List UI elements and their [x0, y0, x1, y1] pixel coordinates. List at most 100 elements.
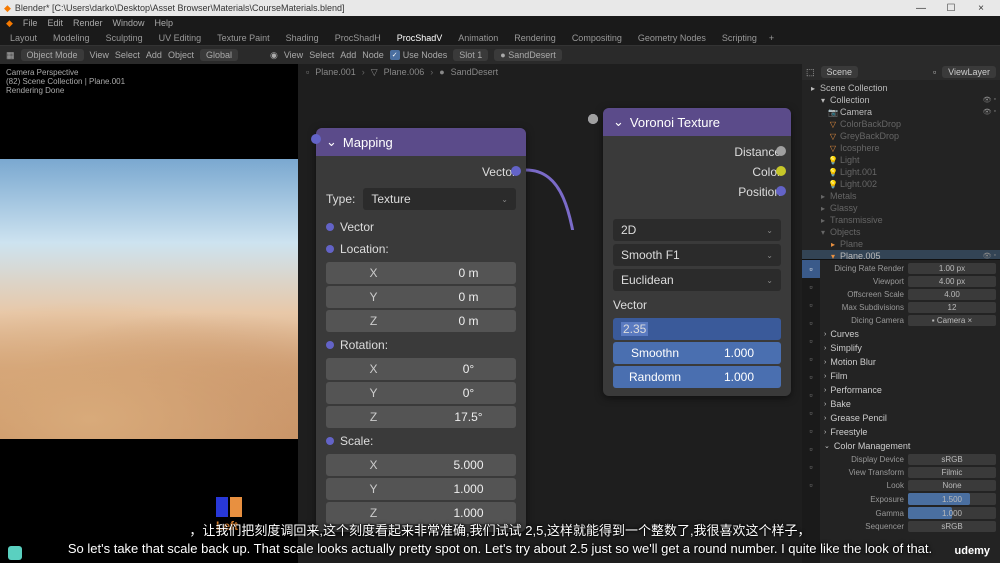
node-canvas[interactable]: ⌄ Mapping Vector Type: Texture⌄ [298, 80, 802, 563]
maximize-button[interactable]: ☐ [936, 1, 966, 15]
voronoi-metric-select[interactable]: Euclidean⌄ [613, 269, 781, 291]
outliner-row[interactable]: 💡Light.001 [802, 166, 1000, 178]
visibility-toggles[interactable]: 👁▫ [983, 252, 996, 260]
node-menu-add[interactable]: Add [340, 50, 356, 60]
color-mgmt-header[interactable]: ⌄Color Management [824, 439, 996, 453]
menu-file[interactable]: File [23, 18, 38, 28]
sequencer-select[interactable]: sRGB [908, 521, 996, 532]
outliner-row[interactable]: ▾Collection👁▫ [802, 94, 1000, 106]
props-tab-modifiers[interactable]: ▫ [802, 368, 820, 386]
outliner-row[interactable]: 💡Light [802, 154, 1000, 166]
breadcrumb-item-3[interactable]: SandDesert [451, 67, 499, 77]
prop-section-simplify[interactable]: ›Simplify [824, 341, 996, 355]
voronoi-randomness-field[interactable]: Randomn1.000 [613, 366, 781, 388]
props-tab-scene[interactable]: ▫ [802, 314, 820, 332]
dicing-rate-render-field[interactable]: 1.00 px [908, 263, 996, 274]
exposure-slider[interactable]: 1.500 [908, 493, 996, 505]
props-tab-render[interactable]: ▫ [802, 260, 820, 278]
prop-section-motion-blur[interactable]: ›Motion Blur [824, 355, 996, 369]
mapping-scl-x[interactable]: X5.000 [326, 454, 516, 476]
mapping-output-vector[interactable]: Vector [326, 162, 516, 182]
viewport-menu-view[interactable]: View [90, 50, 109, 60]
outliner-row[interactable]: ▽GreyBackDrop [802, 130, 1000, 142]
mapping-rot-x[interactable]: X0° [326, 358, 516, 380]
tab-procshadv[interactable]: ProcShadV [393, 33, 447, 43]
voronoi-output-position[interactable]: Position [613, 182, 781, 202]
prop-section-grease-pencil[interactable]: ›Grease Pencil [824, 411, 996, 425]
outliner-row[interactable]: 💡Light.002 [802, 178, 1000, 190]
node-menu-select[interactable]: Select [309, 50, 334, 60]
viewport-menu-object[interactable]: Object [168, 50, 194, 60]
mapping-loc-y[interactable]: Y0 m [326, 286, 516, 308]
tab-shading[interactable]: Shading [282, 33, 323, 43]
outliner-row[interactable]: ▸Transmissive [802, 214, 1000, 226]
slot-select[interactable]: Slot 1 [453, 49, 488, 61]
outliner-row[interactable]: ▸Plane [802, 238, 1000, 250]
outliner-row[interactable]: ▾Plane.005👁▫ [802, 250, 1000, 260]
mapping-type-select[interactable]: Texture⌄ [363, 188, 516, 210]
visibility-toggles[interactable]: 👁▫ [983, 96, 996, 104]
mapping-scl-y[interactable]: Y1.000 [326, 478, 516, 500]
outliner-row[interactable]: ▽ColorBackDrop [802, 118, 1000, 130]
node-menu-view[interactable]: View [284, 50, 303, 60]
material-select[interactable]: ● SandDesert [494, 49, 561, 61]
props-tab-material[interactable]: ▫ [802, 458, 820, 476]
mapping-loc-z[interactable]: Z0 m [326, 310, 516, 332]
breadcrumb-item-2[interactable]: Plane.006 [384, 67, 425, 77]
tab-modeling[interactable]: Modeling [49, 33, 94, 43]
scene-select[interactable]: Scene [821, 66, 859, 78]
outliner-row[interactable]: 📷Camera👁▫ [802, 106, 1000, 118]
menu-help[interactable]: Help [155, 18, 174, 28]
voronoi-output-distance[interactable]: Distance [613, 142, 781, 162]
breadcrumb-item-1[interactable]: Plane.001 [315, 67, 356, 77]
props-tab-particles[interactable]: ▫ [802, 386, 820, 404]
mapping-rot-z[interactable]: Z17.5° [326, 406, 516, 428]
props-tab-object[interactable]: ▫ [802, 350, 820, 368]
tab-sculpting[interactable]: Sculpting [102, 33, 147, 43]
mapping-loc-x[interactable]: X0 m [326, 262, 516, 284]
outliner-row[interactable]: ▾Objects [802, 226, 1000, 238]
tab-geometry-nodes[interactable]: Geometry Nodes [634, 33, 710, 43]
outliner-row[interactable]: ▸Scene Collection [802, 82, 1000, 94]
orientation-select[interactable]: Global [200, 49, 238, 61]
tab-layout[interactable]: Layout [6, 33, 41, 43]
props-tab-texture[interactable]: ▫ [802, 476, 820, 494]
voronoi-output-color[interactable]: Color [613, 162, 781, 182]
viewlayer-select[interactable]: ViewLayer [942, 66, 996, 78]
display-device-select[interactable]: sRGB [908, 454, 996, 465]
props-tab-physics[interactable]: ▫ [802, 404, 820, 422]
voronoi-scale-field[interactable]: 2.35 [613, 318, 781, 340]
menu-edit[interactable]: Edit [47, 18, 63, 28]
node-editor-icon[interactable]: ◉ [270, 50, 278, 61]
voronoi-dimensions-select[interactable]: 2D⌄ [613, 219, 781, 241]
viewport-menu-add[interactable]: Add [146, 50, 162, 60]
collapse-icon[interactable]: ⌄ [326, 134, 337, 150]
tab-compositing[interactable]: Compositing [568, 33, 626, 43]
prop-section-freestyle[interactable]: ›Freestyle [824, 425, 996, 439]
tab-scripting[interactable]: Scripting [718, 33, 761, 43]
outliner-row[interactable]: ▸Metals [802, 190, 1000, 202]
outliner-row[interactable]: ▸Glassy [802, 202, 1000, 214]
tab-add[interactable]: + [769, 33, 774, 43]
node-menu-node[interactable]: Node [362, 50, 384, 60]
tab-procshadh[interactable]: ProcShadH [331, 33, 385, 43]
node-voronoi-header[interactable]: ⌄ Voronoi Texture [603, 108, 791, 136]
node-mapping-header[interactable]: ⌄ Mapping [316, 128, 526, 156]
tab-rendering[interactable]: Rendering [510, 33, 560, 43]
node-voronoi[interactable]: ⌄ Voronoi Texture Distance Color Positio… [603, 108, 791, 396]
prop-section-film[interactable]: ›Film [824, 369, 996, 383]
outliner-row[interactable]: ▽Icosphere [802, 142, 1000, 154]
dicing-rate-viewport-field[interactable]: 4.00 px [908, 276, 996, 287]
close-button[interactable]: × [966, 1, 996, 15]
offscreen-scale-field[interactable]: 4.00 [908, 289, 996, 300]
viewport-editor-icon[interactable]: ▦ [6, 50, 15, 61]
tab-uv-editing[interactable]: UV Editing [155, 33, 206, 43]
node-mapping[interactable]: ⌄ Mapping Vector Type: Texture⌄ [316, 128, 526, 532]
mapping-scl-z[interactable]: Z1.000 [326, 502, 516, 524]
max-subdiv-field[interactable]: 12 [908, 302, 996, 313]
props-tab-world[interactable]: ▫ [802, 332, 820, 350]
prop-section-bake[interactable]: ›Bake [824, 397, 996, 411]
viewport-menu-select[interactable]: Select [115, 50, 140, 60]
node-editor[interactable]: ▫ Plane.001 › ▽ Plane.006 › ● SandDesert… [298, 64, 802, 563]
prop-section-curves[interactable]: ›Curves [824, 327, 996, 341]
